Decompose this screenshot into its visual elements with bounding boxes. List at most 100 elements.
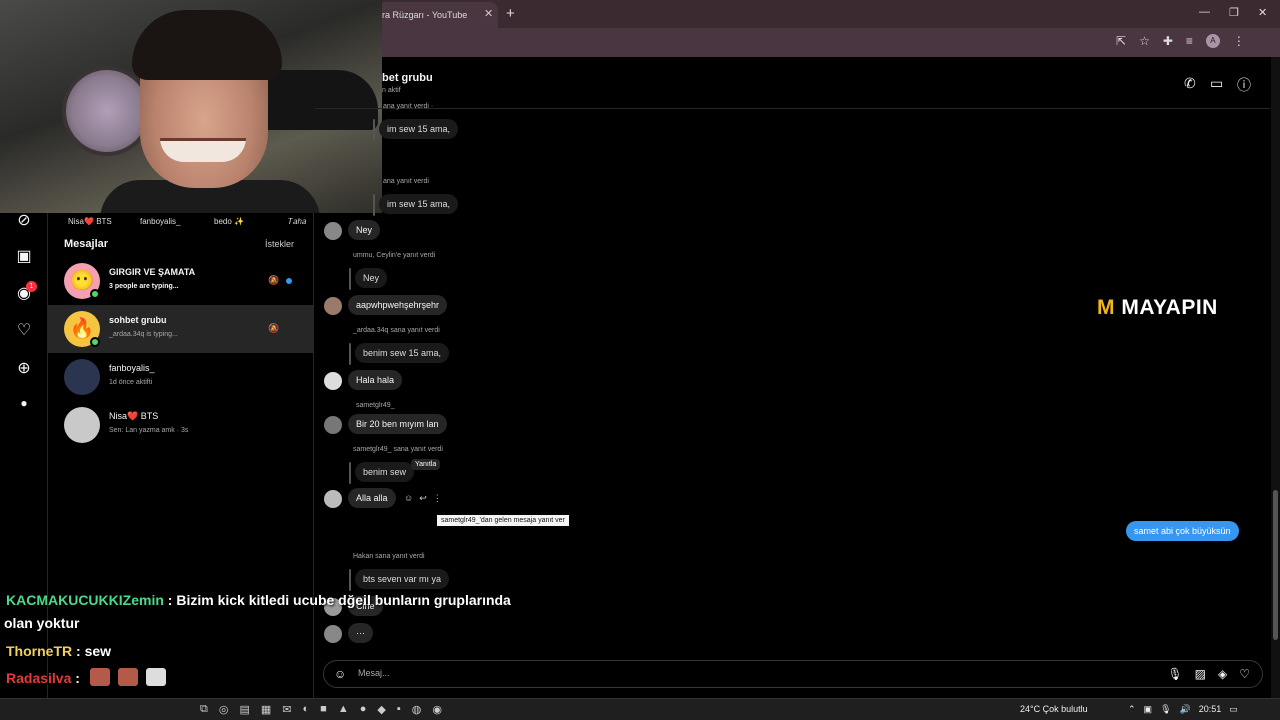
video-call-icon[interactable]: ▭ <box>1210 75 1223 92</box>
stream-chat-user: ThorneTR <box>6 643 73 659</box>
sender-avatar[interactable] <box>324 625 342 643</box>
conversation-preview: _ardaa.34q is typing... <box>109 331 178 338</box>
tray-chevron-icon[interactable]: ⌃ <box>1128 704 1136 715</box>
profile-icon[interactable]: ● <box>14 396 34 416</box>
app-icon[interactable]: ◍ <box>412 703 422 716</box>
conversation-item[interactable]: 🔥 sohbet grubu _ardaa.34q is typing... 🔕 <box>48 305 314 353</box>
message-bubble[interactable]: Bir 20 ben mıyım lan <box>348 414 447 434</box>
chat-header: bet grubu n aktif ✆ ▭ ⓘ <box>315 57 1270 109</box>
create-icon[interactable]: ⊕ <box>14 358 34 378</box>
quoted-message[interactable]: Ney <box>355 268 388 288</box>
message-bubble[interactable]: Hala hala <box>348 370 403 390</box>
conversation-item[interactable]: fanboyalis_ 1d önce aktifti <box>48 353 314 401</box>
install-icon[interactable]: ⇱ <box>1116 34 1126 48</box>
more-icon[interactable]: ⋮ <box>433 493 442 504</box>
quoted-message[interactable]: im sew 15 ama, <box>379 119 459 139</box>
browser-tab[interactable]: ra Rüzgarı - YouTube <box>376 2 498 28</box>
reply-context-label: ana yanıt verdi · <box>383 103 434 110</box>
clock[interactable]: 20:51 <box>1199 704 1222 715</box>
conversation-item[interactable]: 😶 GIRGIR VE ŞAMATA 3 people are typing... 🔕 <box>48 257 314 305</box>
emoji-icon[interactable]: ☺ <box>334 667 346 681</box>
emote <box>90 668 110 686</box>
info-icon[interactable]: ⓘ <box>1237 75 1251 95</box>
reels-icon[interactable]: ▣ <box>14 246 34 266</box>
conversation-item[interactable]: Nisa❤️ BTS Sen: Lan yazma amk · 3s <box>48 401 314 449</box>
notifications-icon[interactable]: ▭ <box>1229 704 1238 715</box>
conversation-list: Nisa❤️ BTS fanboyalis_ bedo ✨ 𝑇𝑎ℎ𝑎 Mesajlar… <box>48 213 314 698</box>
streamer-hair <box>132 10 282 80</box>
requests-link[interactable]: İstekler <box>265 239 294 249</box>
file-explorer-icon[interactable]: ▤ <box>239 703 249 716</box>
outlook-icon[interactable]: ✉ <box>282 703 291 716</box>
stream-chat-text: Bizim kick kitledi ucube dğeil bunların … <box>176 592 511 608</box>
close-window-button[interactable]: ✕ <box>1258 6 1267 19</box>
phone-icon[interactable]: ✆ <box>1184 75 1196 92</box>
app-icon[interactable]: ● <box>360 703 367 716</box>
menu-icon[interactable]: ⋮ <box>1233 34 1245 48</box>
app-icon[interactable]: ◆ <box>377 703 385 716</box>
quoted-message[interactable]: im sew 15 ama, <box>379 194 459 214</box>
sticker-icon[interactable]: ◈ <box>1218 667 1227 681</box>
quoted-message[interactable]: benim sew <box>355 462 415 482</box>
my-message-bubble[interactable]: samet abi çok büyüksün <box>1126 521 1239 541</box>
chrome-active-icon[interactable]: ◉ <box>432 703 442 716</box>
heart-icon[interactable]: ♡ <box>14 320 34 340</box>
quoted-message[interactable]: benim sew 15 ama, <box>355 343 450 363</box>
maximize-button[interactable]: ❐ <box>1229 6 1239 19</box>
bookmark-star-icon[interactable]: ☆ <box>1139 34 1150 48</box>
edge-icon[interactable]: ◐ <box>303 703 310 716</box>
task-view-icon[interactable]: ⧉ <box>200 703 208 716</box>
mic-icon[interactable]: 🎙 <box>1160 704 1171 715</box>
react-icon[interactable]: ☺ <box>404 493 413 504</box>
stream-chat-text: sew <box>84 643 112 659</box>
note-item[interactable]: fanboyalis_ <box>140 217 180 226</box>
volume-icon[interactable]: 🔊 <box>1180 704 1191 715</box>
chrome-icon[interactable]: ◎ <box>219 703 229 716</box>
mayapin-logo: M MAYAPIN <box>1097 296 1218 320</box>
reply-context-label: sametglr49_ sana yanıt verdi <box>353 446 443 453</box>
like-heart-icon[interactable]: ♡ <box>1239 667 1250 681</box>
stream-chat-text: olan yoktur <box>4 615 80 631</box>
taskbar-apps: ⧉ ◎ ▤ ▦ ✉ ◐ ■ ▲ ● ◆ ▪ ◍ ◉ <box>200 703 442 716</box>
photoshop-icon[interactable]: ■ <box>320 703 327 716</box>
extensions-icon[interactable]: ✚ <box>1163 34 1173 48</box>
microphone-icon[interactable]: 🎙 <box>1167 667 1182 681</box>
online-indicator <box>90 289 100 299</box>
message-bubble[interactable]: ··· <box>348 623 373 643</box>
conversation-avatar <box>64 407 100 443</box>
store-icon[interactable]: ▦ <box>261 703 271 716</box>
new-tab-button[interactable]: + <box>506 5 515 22</box>
explore-icon[interactable]: ⊘ <box>14 210 34 230</box>
media-icon[interactable]: ≡ <box>1186 34 1193 48</box>
muted-bell-icon: 🔕 <box>268 275 280 285</box>
minimize-button[interactable]: — <box>1199 6 1210 18</box>
chat-title[interactable]: bet grubu <box>382 72 433 84</box>
message-input[interactable] <box>358 668 1118 678</box>
note-item[interactable]: bedo ✨ <box>214 217 244 226</box>
stream-chat-user: KACMAKUCUKKIZemin <box>6 592 164 608</box>
message-bubble[interactable]: Ney <box>348 220 381 240</box>
acrobat-icon[interactable]: ▲ <box>338 703 349 716</box>
sender-avatar[interactable] <box>324 416 342 434</box>
note-item[interactable]: Nisa❤️ BTS <box>68 217 112 226</box>
reply-context-label: ana yanıt verdi <box>383 178 429 185</box>
sender-avatar[interactable] <box>324 372 342 390</box>
message-bubble[interactable]: Alla alla <box>348 488 396 508</box>
message-bubble[interactable]: aapwhpwehşehrşehr <box>348 295 448 315</box>
emote <box>146 668 166 686</box>
image-icon[interactable]: ▨ <box>1195 667 1206 681</box>
sender-avatar[interactable] <box>324 297 342 315</box>
conversation-name: sohbet grubu <box>109 315 167 325</box>
premiere-icon[interactable]: ▪ <box>397 703 401 716</box>
chat-status: n aktif <box>382 87 401 94</box>
profile-avatar[interactable]: A <box>1205 34 1220 48</box>
note-item[interactable]: 𝑇𝑎ℎ𝑎 <box>288 217 306 227</box>
scrollbar-thumb[interactable] <box>1273 490 1278 640</box>
weather-widget[interactable]: 24°C Çok bulutlu <box>1020 704 1088 714</box>
quoted-message[interactable]: bts seven var mı ya <box>355 569 450 589</box>
sender-avatar[interactable] <box>324 490 342 508</box>
tab-close-icon[interactable]: ✕ <box>484 7 493 20</box>
sender-avatar[interactable] <box>324 222 342 240</box>
reply-icon[interactable]: ↩ <box>419 493 427 504</box>
network-icon[interactable]: ▣ <box>1144 704 1153 715</box>
